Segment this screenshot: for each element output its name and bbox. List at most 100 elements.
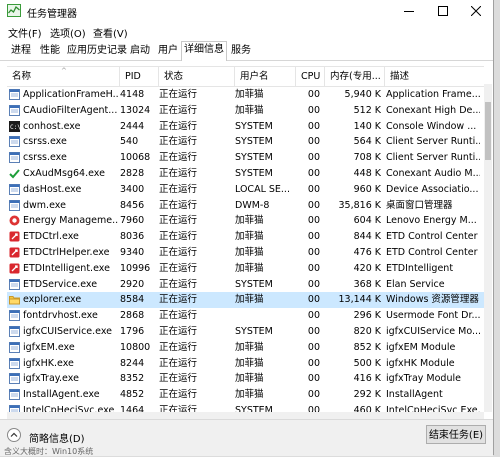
chevron-up-icon[interactable] xyxy=(7,428,21,442)
process-name: igfxEM.exe xyxy=(23,341,75,353)
tab-performance[interactable]: 性能 xyxy=(38,43,62,59)
process-status: 正在运行 xyxy=(159,341,198,353)
process-description: Usermode Font Dr... xyxy=(386,310,480,322)
table-row[interactable]: igfxCUIService.exe 1796 正在运行 SYSTEM 00 820 K i… xyxy=(7,324,484,340)
table-row[interactable]: CxAudMsg64.exe 2828 正在运行 SYSTEM 00 448 K Conex… xyxy=(7,166,484,182)
process-user: SYSTEM xyxy=(235,136,273,148)
process-cpu: 00 xyxy=(307,167,320,179)
process-pid: 2828 xyxy=(120,167,145,179)
scrollbar-thumb[interactable] xyxy=(485,102,491,160)
process-description: Device Associatio... xyxy=(386,183,479,195)
table-row[interactable]: igfxTray.exe 8352 正在运行 加菲猫 00 416 K igfxTray M… xyxy=(7,371,484,387)
table-row[interactable]: ApplicationFrameH... 4148 正在运行 加菲猫 00 5,940 K… xyxy=(7,87,484,103)
process-name: csrss.exe xyxy=(23,152,67,164)
table-row[interactable]: ETDService.exe 2920 正在运行 SYSTEM 00 368 K Elan … xyxy=(7,277,484,293)
process-pid: 2920 xyxy=(120,278,145,290)
process-status: 正在运行 xyxy=(159,373,198,385)
process-status: 正在运行 xyxy=(159,231,198,243)
process-name: dwm.exe xyxy=(23,199,66,211)
table-row[interactable]: CAudioFilterAgent... 13024 正在运行 加菲猫 00 512 K C… xyxy=(7,103,484,119)
table-row[interactable]: csrss.exe 540 正在运行 SYSTEM 00 564 K Client Serv… xyxy=(7,134,484,150)
column-header-pid[interactable]: PID xyxy=(120,67,159,86)
column-header-user[interactable]: 用户名 xyxy=(235,67,296,86)
table-row[interactable]: explorer.exe 8584 正在运行 加菲猫 00 13,144 K Windows… xyxy=(7,292,484,309)
table-header: ^ 名称 PID 状态 用户名 CPU 内存(专用... 描述 xyxy=(7,67,484,87)
process-cpu: 00 xyxy=(307,152,320,164)
table-row[interactable]: ETDCtrlHelper.exe 9340 正在运行 加菲猫 00 476 K ETD C… xyxy=(7,245,484,261)
process-memory: 564 K xyxy=(353,136,381,148)
process-status: 正在运行 xyxy=(159,183,198,195)
process-status: 正在运行 xyxy=(159,89,198,100)
table-row[interactable]: dasHost.exe 3400 正在运行 LOCAL SE... 00 960 K Dev… xyxy=(7,182,484,198)
process-user: 加菲猫 xyxy=(235,357,264,369)
tab-details[interactable]: 详细信息 xyxy=(181,41,227,61)
process-status: 正在运行 xyxy=(159,294,198,306)
table-row[interactable]: Energy Manageme... 7960 正在运行 加菲猫 00 604 K Leno… xyxy=(7,213,484,229)
process-pid: 2444 xyxy=(120,120,145,132)
maximize-button[interactable] xyxy=(426,0,460,22)
process-pid: 13024 xyxy=(120,104,151,116)
background-text: 含义大概时：Win10系统 xyxy=(4,447,94,456)
app-window-icon xyxy=(9,373,20,385)
process-user: 加菲猫 xyxy=(235,389,264,401)
menu-view[interactable]: 查看(V) xyxy=(93,25,128,40)
end-task-button[interactable]: 结束任务(E) xyxy=(426,425,486,444)
process-name: igfxCUIService.exe xyxy=(23,325,113,337)
menu-file[interactable]: 文件(F) xyxy=(8,25,42,40)
title-bar[interactable]: 任务管理器 xyxy=(0,0,493,22)
column-header-description[interactable]: 描述 xyxy=(385,67,484,86)
process-user: 加菲猫 xyxy=(235,341,264,353)
table-row[interactable]: C:\ conhost.exe 2444 正在运行 SYSTEM 00 140 K Conso… xyxy=(7,119,484,135)
process-user: 加菲猫 xyxy=(235,215,264,227)
minimize-button[interactable] xyxy=(392,0,426,22)
process-name: ApplicationFrameH... xyxy=(23,89,119,100)
process-pid: 8584 xyxy=(120,294,145,306)
process-pid: 3400 xyxy=(120,183,145,195)
tab-app-history[interactable]: 应用历史记录 xyxy=(65,43,129,59)
table-row[interactable]: igfxEM.exe 10800 正在运行 加菲猫 00 852 K igfxEM Modu… xyxy=(7,340,484,356)
etd-tool-icon xyxy=(9,231,20,242)
tab-startup[interactable]: 启动 xyxy=(128,43,152,59)
process-memory: 416 K xyxy=(353,373,381,385)
process-description: Elan Service xyxy=(386,278,445,290)
process-description: Client Server Runti... xyxy=(386,152,480,164)
table-row[interactable]: InstallAgent.exe 4852 正在运行 加菲猫 00 292 K Instal… xyxy=(7,387,484,403)
process-cpu: 00 xyxy=(307,373,320,385)
close-icon xyxy=(471,6,481,16)
process-cpu: 00 xyxy=(307,199,320,211)
column-header-status[interactable]: 状态 xyxy=(159,67,235,86)
vertical-scrollbar[interactable] xyxy=(484,84,492,412)
app-window-icon xyxy=(9,183,20,195)
process-user: 加菲猫 xyxy=(235,104,264,116)
column-header-memory[interactable]: 内存(专用... xyxy=(325,67,385,86)
column-header-name[interactable]: 名称 xyxy=(7,67,120,86)
horizontal-scrollbar[interactable] xyxy=(7,412,484,419)
process-status: 正在运行 xyxy=(159,199,198,211)
process-cpu: 00 xyxy=(307,136,320,148)
table-row[interactable]: igfxHK.exe 8244 正在运行 加菲猫 00 500 K igfxHK Modul… xyxy=(7,356,484,372)
menu-bar: 文件(F) 选项(O) 查看(V) xyxy=(0,22,493,40)
close-button[interactable] xyxy=(459,0,493,22)
process-memory: 820 K xyxy=(353,325,381,337)
process-cpu: 00 xyxy=(307,183,320,195)
column-header-cpu[interactable]: CPU xyxy=(296,67,325,86)
tab-processes[interactable]: 进程 xyxy=(9,43,33,59)
tab-users[interactable]: 用户 xyxy=(156,43,180,59)
process-memory: 512 K xyxy=(353,104,381,116)
process-memory: 140 K xyxy=(353,120,381,132)
process-status: 正在运行 xyxy=(159,389,198,401)
fewer-details-link[interactable]: 简略信息(D) xyxy=(29,430,85,445)
menu-options[interactable]: 选项(O) xyxy=(50,25,86,40)
process-name: CAudioFilterAgent... xyxy=(23,104,118,116)
process-name: ETDService.exe xyxy=(23,278,98,290)
process-memory: 852 K xyxy=(353,341,381,353)
process-user: LOCAL SE... xyxy=(235,183,290,195)
process-status: 正在运行 xyxy=(159,152,198,164)
table-row[interactable]: dwm.exe 8456 正在运行 DWM-8 00 35,816 K 桌面窗口管理器 xyxy=(7,198,484,214)
table-row[interactable]: fontdrvhost.exe 2868 正在运行 00 296 K Usermode F… xyxy=(7,308,484,324)
process-pid: 8456 xyxy=(120,199,145,211)
tab-services[interactable]: 服务 xyxy=(229,43,253,59)
table-row[interactable]: csrss.exe 10068 正在运行 SYSTEM 00 708 K Client Se… xyxy=(7,150,484,166)
table-row[interactable]: ETDCtrl.exe 8036 正在运行 加菲猫 00 844 K ETD Control… xyxy=(7,229,484,245)
table-row[interactable]: ETDIntelligent.exe 10996 正在运行 加菲猫 00 420 K ETD… xyxy=(7,261,484,277)
